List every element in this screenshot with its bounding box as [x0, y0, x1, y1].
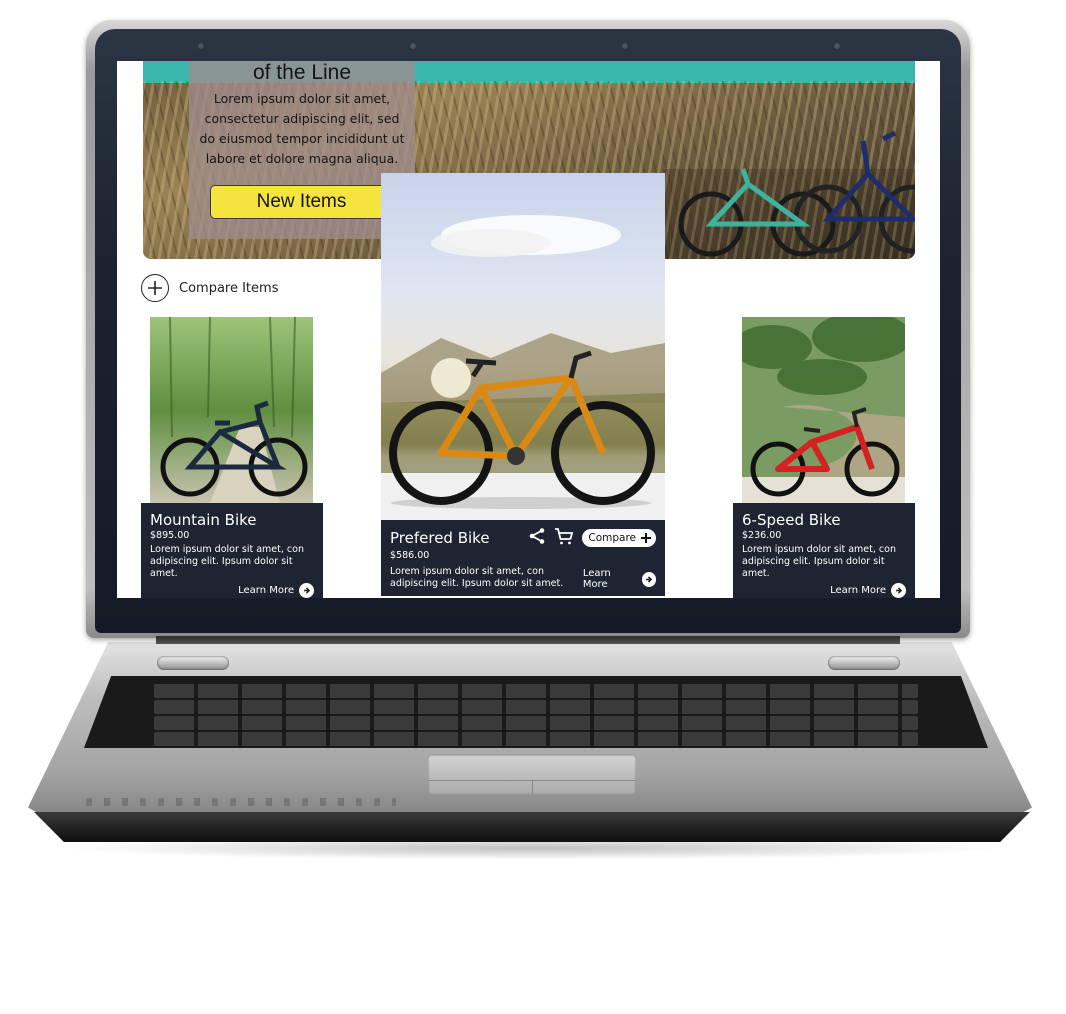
laptop-base-edge [34, 812, 1030, 842]
product-title[interactable]: 6-Speed Bike [742, 511, 906, 529]
arrow-right-icon[interactable] [641, 571, 656, 587]
product-info-panel: Prefered Bike Compare $586.00 Lorem ipsu… [381, 520, 665, 596]
product-price: $895.00 [150, 530, 190, 541]
learn-more-label[interactable]: Learn More [583, 568, 637, 590]
product-title[interactable]: Prefered Bike [390, 529, 490, 547]
product-description: Lorem ipsum dolor sit amet, con adipisci… [742, 544, 896, 579]
prefered-bike-image [381, 173, 665, 520]
learn-more-link[interactable]: Learn More [742, 583, 906, 598]
laptop-keyboard [84, 676, 988, 748]
learn-more-label[interactable]: Learn More [238, 585, 294, 596]
bezel-dot [621, 42, 629, 50]
arrow-right-icon[interactable] [299, 583, 314, 598]
bezel-dot [197, 42, 205, 50]
bezel-dot [833, 42, 841, 50]
product-info-panel: Mountain Bike $895.00 Lorem ipsum dolor … [141, 503, 323, 598]
hinge-left [157, 656, 229, 670]
laptop-touchpad [428, 754, 636, 794]
learn-more-link[interactable]: Learn More [150, 583, 314, 598]
product-card-prefered-bike: Prefered Bike Compare $586.00 Lorem ipsu… [381, 173, 665, 598]
hero-title: of the Line [252, 61, 352, 84]
learn-more-label[interactable]: Learn More [830, 585, 886, 596]
mountain-bike-image [150, 317, 313, 503]
plus-circle-icon[interactable] [141, 274, 169, 302]
product-description: Lorem ipsum dolor sit amet, con adipisci… [150, 544, 304, 579]
hinge-right [828, 656, 900, 670]
laptop-hinge [156, 636, 900, 644]
product-price: $236.00 [742, 530, 782, 541]
product-card-mountain-bike: Mountain Bike $895.00 Lorem ipsum dolor … [141, 317, 323, 598]
website-screen: of the Line Lorem ipsum dolor sit amet, … [117, 61, 940, 598]
share-icon[interactable] [528, 527, 546, 549]
product-info-panel: 6-Speed Bike $236.00 Lorem ipsum dolor s… [733, 503, 915, 598]
product-card-6-speed-bike: 6-Speed Bike $236.00 Lorem ipsum dolor s… [733, 317, 915, 598]
new-items-button[interactable]: New Items [210, 185, 393, 219]
hero-bikes-image [663, 130, 915, 259]
bezel-dot [409, 42, 417, 50]
compare-label[interactable]: Compare [588, 532, 636, 544]
compare-items-control[interactable]: Compare Items [141, 274, 278, 302]
cart-icon[interactable] [554, 527, 574, 549]
compare-button[interactable]: Compare [582, 529, 656, 547]
learn-more-link[interactable]: Learn More [583, 568, 656, 590]
laptop-ports [86, 798, 396, 806]
6-speed-bike-image [742, 317, 905, 503]
product-price: $586.00 [390, 550, 430, 561]
plus-icon [641, 533, 651, 543]
product-description: Lorem ipsum dolor sit amet, con adipisci… [390, 566, 564, 589]
compare-items-label[interactable]: Compare Items [179, 281, 278, 296]
hero-description: Lorem ipsum dolor sit amet, consectetur … [199, 91, 405, 166]
product-title[interactable]: Mountain Bike [150, 511, 314, 529]
arrow-right-icon[interactable] [891, 583, 906, 598]
